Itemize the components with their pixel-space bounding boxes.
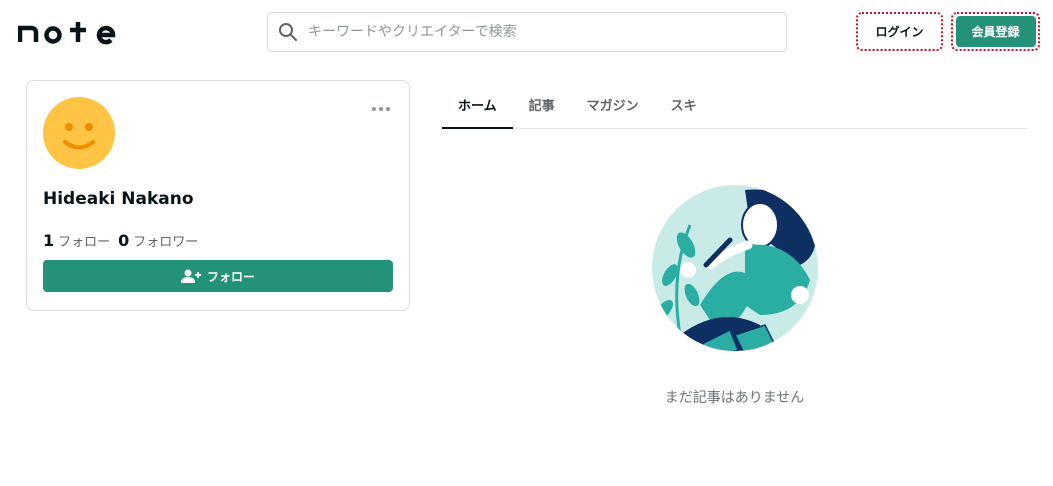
follow-button-label: フォロー	[206, 269, 255, 284]
note-logo[interactable]	[18, 18, 118, 46]
following-count: 1	[43, 231, 55, 250]
search-icon	[279, 23, 297, 41]
signup-button[interactable]: 会員登録	[955, 16, 1036, 47]
following-link[interactable]: 1 フォロー	[43, 231, 110, 250]
tab-magazines[interactable]: マガジン	[571, 80, 655, 128]
followers-label: フォロワー	[133, 235, 199, 250]
profile-tabs: ホーム 記事 マガジン スキ	[442, 80, 1027, 129]
profile-card: Hideaki Nakano 1 フォロー 0 フォロワー フォロー	[26, 80, 410, 311]
tab-home[interactable]: ホーム	[442, 80, 513, 129]
avatar[interactable]	[43, 97, 115, 169]
more-options-icon[interactable]	[371, 101, 391, 117]
profile-name: Hideaki Nakano	[43, 189, 194, 209]
tab-likes[interactable]: スキ	[655, 80, 713, 128]
add-user-icon	[180, 269, 201, 283]
tab-articles[interactable]: 記事	[513, 80, 571, 128]
empty-state-message: まだ記事はありません	[664, 390, 805, 406]
empty-state-illustration	[652, 185, 818, 351]
follow-stats: 1 フォロー 0 フォロワー	[43, 231, 206, 250]
followers-link[interactable]: 0 フォロワー	[118, 231, 198, 250]
followers-count: 0	[118, 231, 130, 250]
following-label: フォロー	[58, 235, 111, 250]
signup-button-frame: 会員登録	[951, 12, 1040, 51]
search-input[interactable]	[308, 24, 768, 40]
search-box[interactable]	[267, 12, 787, 52]
follow-button[interactable]: フォロー	[43, 260, 393, 292]
login-button[interactable]: ログイン	[856, 12, 943, 51]
